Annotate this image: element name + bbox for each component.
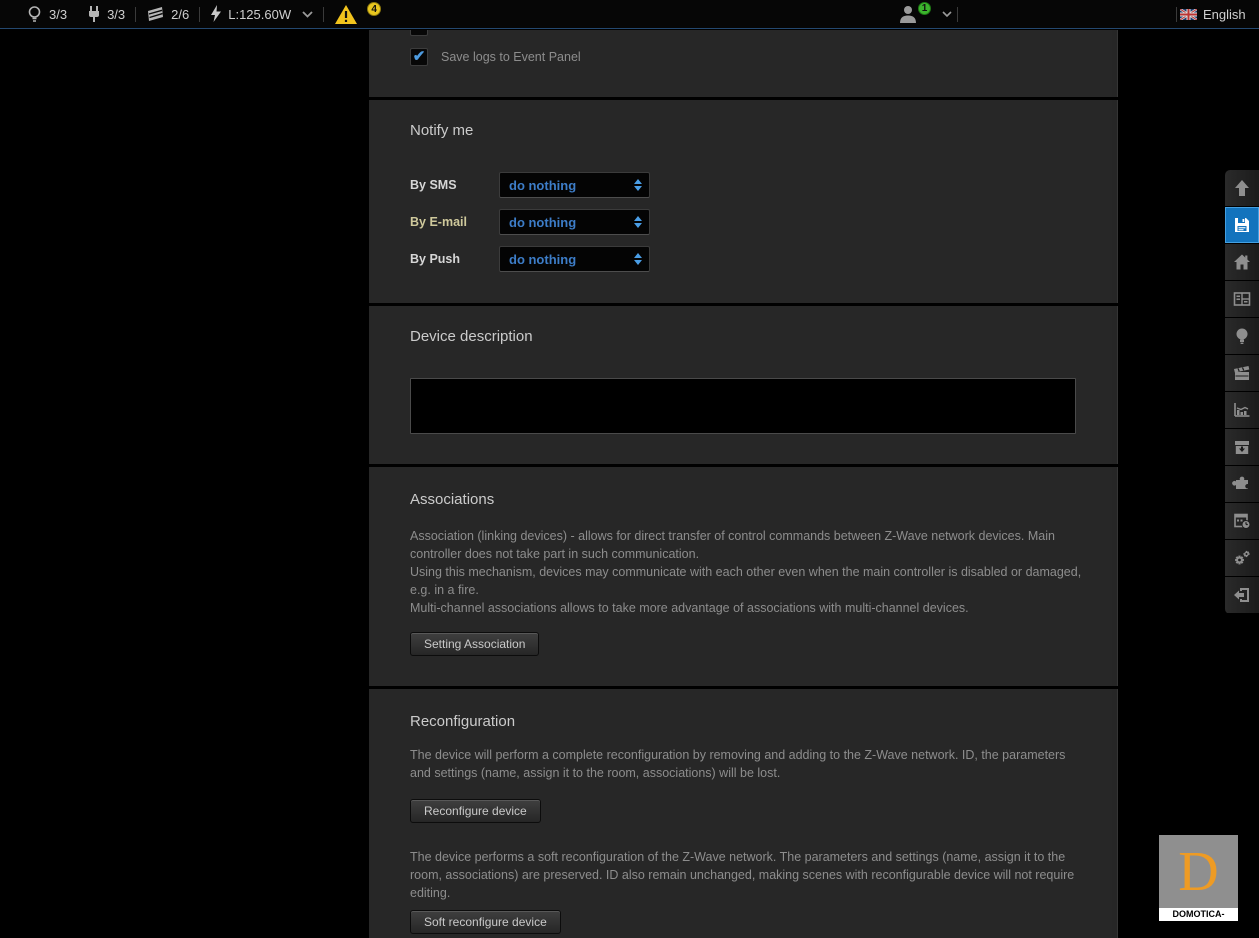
spinner-arrows-icon bbox=[634, 253, 642, 265]
divider bbox=[957, 7, 958, 22]
notify-me-title: Notify me bbox=[410, 122, 473, 139]
save-logs-panel-checkbox[interactable] bbox=[410, 30, 428, 36]
divider bbox=[1176, 7, 1177, 22]
uk-flag-icon bbox=[1180, 9, 1197, 20]
section-notify-me: Notify me By SMS do nothing By E-mail do… bbox=[369, 100, 1118, 303]
plugs-status[interactable]: 3/3 bbox=[87, 5, 125, 23]
lightbulb-icon bbox=[26, 5, 43, 24]
spinner-arrows-icon bbox=[634, 179, 642, 191]
plug-icon bbox=[87, 5, 101, 23]
scenes-icon bbox=[1232, 363, 1252, 383]
devices-icon bbox=[1232, 326, 1252, 346]
logo-letter: D bbox=[1178, 840, 1218, 904]
section-device-description: Device description bbox=[369, 306, 1118, 464]
reconfiguration-soft-text: The device performs a soft reconfigurati… bbox=[410, 848, 1082, 902]
plugins-icon bbox=[1232, 474, 1252, 494]
by-push-select[interactable]: do nothing bbox=[499, 246, 650, 272]
logout-button[interactable] bbox=[1225, 577, 1259, 613]
scroll-top-button[interactable] bbox=[1225, 170, 1259, 206]
warning-icon bbox=[334, 4, 358, 25]
reconfiguration-hard-text: The device will perform a complete recon… bbox=[410, 746, 1082, 782]
device-description-input[interactable] bbox=[410, 378, 1076, 434]
check-icon: ✔ bbox=[413, 49, 426, 64]
soft-reconfigure-device-button[interactable]: Soft reconfigure device bbox=[410, 910, 561, 934]
language-label: English bbox=[1203, 7, 1246, 22]
energy-panel-button[interactable] bbox=[1225, 392, 1259, 428]
device-description-title: Device description bbox=[410, 328, 533, 345]
top-status-bar: 3/3 3/3 2/6 bbox=[0, 0, 1259, 29]
power-icon bbox=[210, 5, 222, 23]
by-email-label: By E-mail bbox=[410, 215, 467, 229]
energy-chart-icon bbox=[1232, 400, 1252, 420]
power-consumption[interactable]: L:125.60W bbox=[210, 5, 313, 23]
home-button[interactable] bbox=[1225, 244, 1259, 280]
blinds-icon bbox=[146, 6, 165, 22]
reconfigure-device-button[interactable]: Reconfigure device bbox=[410, 799, 541, 823]
divider bbox=[323, 7, 324, 22]
setting-association-button[interactable]: Setting Association bbox=[410, 632, 539, 656]
backup-icon bbox=[1232, 437, 1252, 457]
backup-button[interactable] bbox=[1225, 429, 1259, 465]
save-icon bbox=[1232, 215, 1252, 235]
plugs-count: 3/3 bbox=[107, 7, 125, 22]
partial-checkbox-clip bbox=[410, 30, 429, 38]
save-logs-event-panel-checkbox[interactable]: ✔ bbox=[410, 48, 428, 66]
by-sms-label: By SMS bbox=[410, 178, 457, 192]
by-sms-select[interactable]: do nothing bbox=[499, 172, 650, 198]
plugins-button[interactable] bbox=[1225, 466, 1259, 502]
scenes-button[interactable] bbox=[1225, 355, 1259, 391]
user-icon bbox=[898, 4, 918, 24]
spinner-arrows-icon bbox=[634, 216, 642, 228]
reconfiguration-title: Reconfiguration bbox=[410, 713, 515, 730]
logo-text: DOMOTICA-BLOG.NL bbox=[1159, 908, 1238, 921]
save-logs-label: Save logs to Event Panel bbox=[441, 50, 581, 64]
divider bbox=[135, 7, 136, 22]
side-toolbar bbox=[1225, 170, 1259, 614]
chevron-down-icon bbox=[942, 11, 952, 17]
language-selector[interactable]: English bbox=[1180, 7, 1246, 22]
divider bbox=[199, 7, 200, 22]
lights-count: 3/3 bbox=[49, 7, 67, 22]
scroll-top-icon bbox=[1232, 178, 1252, 198]
associations-title: Associations bbox=[410, 491, 494, 508]
associations-description: Association (linking devices) - allows f… bbox=[410, 527, 1082, 617]
home-icon bbox=[1232, 252, 1252, 272]
section-reconfiguration: Reconfiguration The device will perform … bbox=[369, 689, 1118, 938]
domotica-blog-logo: D DOMOTICA-BLOG.NL bbox=[1159, 835, 1238, 921]
configuration-button[interactable] bbox=[1225, 540, 1259, 576]
blinds-count: 2/6 bbox=[171, 7, 189, 22]
alerts-count-badge: 4 bbox=[367, 2, 381, 16]
rooms-button[interactable] bbox=[1225, 281, 1259, 317]
save-button[interactable] bbox=[1225, 207, 1259, 243]
device-settings-panel: ✔ Save logs to Event Panel Notify me By … bbox=[369, 30, 1118, 935]
section-associations: Associations Association (linking device… bbox=[369, 467, 1118, 686]
user-menu[interactable]: 1 bbox=[898, 4, 952, 24]
by-push-label: By Push bbox=[410, 252, 460, 266]
logo-box: D bbox=[1159, 835, 1238, 908]
users-online-badge: 1 bbox=[918, 2, 931, 15]
logout-icon bbox=[1232, 585, 1252, 605]
panels-button[interactable] bbox=[1225, 503, 1259, 539]
by-email-select[interactable]: do nothing bbox=[499, 209, 650, 235]
configuration-icon bbox=[1232, 548, 1252, 568]
section-logs: ✔ Save logs to Event Panel bbox=[369, 30, 1118, 97]
rooms-icon bbox=[1232, 289, 1252, 309]
power-value: L:125.60W bbox=[228, 7, 291, 22]
alerts-indicator[interactable]: 4 bbox=[334, 4, 381, 25]
panels-icon bbox=[1232, 511, 1252, 531]
blinds-status[interactable]: 2/6 bbox=[146, 6, 189, 22]
lights-status[interactable]: 3/3 bbox=[26, 5, 67, 24]
devices-button[interactable] bbox=[1225, 318, 1259, 354]
chevron-down-icon bbox=[302, 11, 313, 18]
